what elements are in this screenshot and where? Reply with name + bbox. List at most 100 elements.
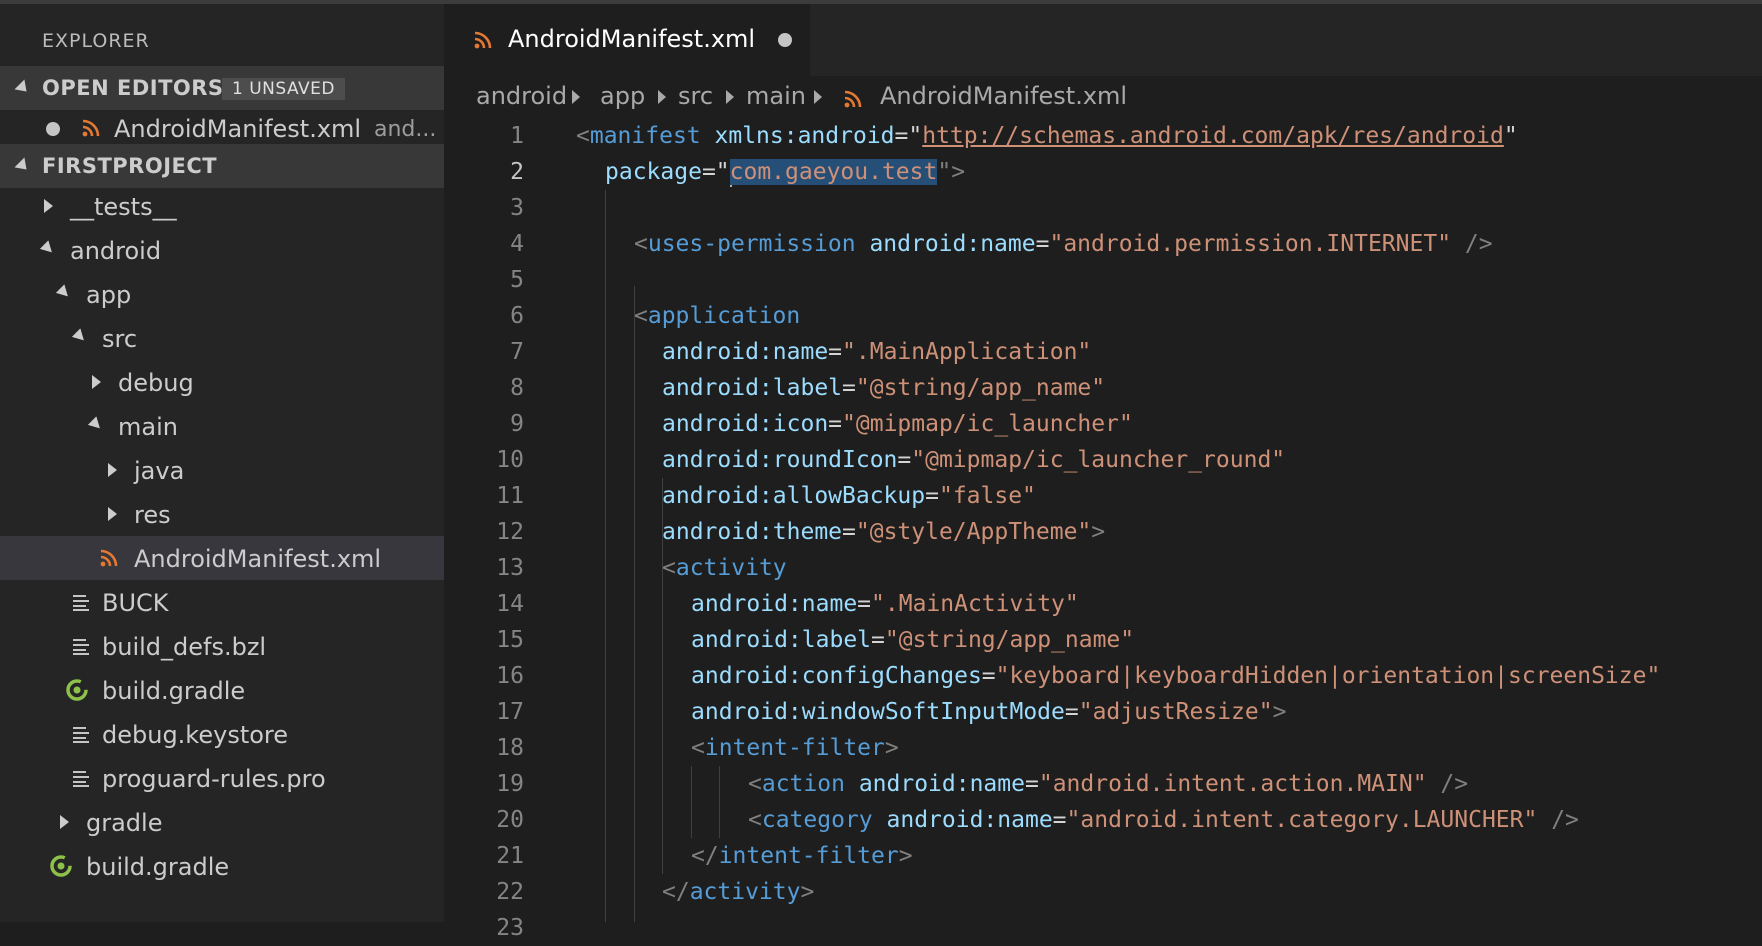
token-equals: = <box>1064 699 1079 725</box>
code-line-8[interactable]: android:label="@string/app_name" <box>662 370 1105 406</box>
code-line-17[interactable]: android:windowSoftInputMode="adjustResiz… <box>691 694 1286 730</box>
token-attribute: android:name <box>691 591 858 617</box>
tree-item-debug-keystore[interactable]: debug.keystore <box>0 712 444 756</box>
code-line-9[interactable]: android:icon="@mipmap/ic_launcher" <box>662 406 1133 442</box>
code-line-2[interactable]: package="com.gaeyou.test"> <box>605 154 965 190</box>
tree-item-label: java <box>134 457 185 485</box>
line-number: 3 <box>510 195 524 221</box>
token-string: "android.intent.category.LAUNCHER" <box>1066 807 1538 833</box>
line-number: 22 <box>496 879 524 905</box>
tree-item-build-gradle-app[interactable]: build.gradle <box>0 668 444 712</box>
code-line-22[interactable]: </activity> <box>662 874 814 910</box>
code-line-4[interactable]: <uses-permission android:name="android.p… <box>634 226 1493 262</box>
line-number: 7 <box>510 339 524 365</box>
project-label: FIRSTPROJECT <box>42 154 218 178</box>
token-tag: category <box>761 807 873 833</box>
code-line-1[interactable]: <manifest xmlns:android="http://schemas.… <box>576 118 1518 154</box>
token-bracket: < <box>634 231 648 257</box>
breadcrumb-item[interactable]: AndroidManifest.xml <box>880 82 1127 110</box>
code-line-15[interactable]: android:label="@string/app_name" <box>691 622 1134 658</box>
code-editor[interactable]: 1 2 3 4 5 6 7 8 9 10 11 12 13 14 15 16 1… <box>444 118 1762 941</box>
code-line-6[interactable]: <application <box>634 298 800 334</box>
tree-item-gradle[interactable]: gradle <box>0 800 444 844</box>
breadcrumb-item[interactable]: main <box>746 82 806 110</box>
chevron-down-icon <box>14 79 32 97</box>
tree-item-proguard[interactable]: proguard-rules.pro <box>0 756 444 800</box>
tree-item-label: BUCK <box>102 589 169 617</box>
code-line-18[interactable]: <intent-filter> <box>691 730 899 766</box>
project-section-header[interactable]: FIRSTPROJECT <box>0 144 444 188</box>
tree-item-androidmanifest[interactable]: AndroidManifest.xml <box>0 536 444 580</box>
tab-androidmanifest[interactable]: AndroidManifest.xml <box>444 4 810 76</box>
token-equals: = <box>842 375 856 401</box>
tree-item-buck[interactable]: BUCK <box>0 580 444 624</box>
token-attribute: android:name <box>662 339 829 365</box>
code-line-10[interactable]: android:roundIcon="@mipmap/ic_launcher_r… <box>662 442 1285 478</box>
line-number: 10 <box>496 447 524 473</box>
rss-icon <box>474 31 492 49</box>
line-number: 18 <box>496 735 524 761</box>
code-line-20[interactable]: <category android:name="android.intent.c… <box>748 802 1579 838</box>
code-line-11[interactable]: android:allowBackup="false" <box>662 478 1036 514</box>
token-equals: = <box>871 627 885 653</box>
token-tag: action <box>761 771 845 797</box>
token-string: ".MainApplication" <box>842 339 1092 365</box>
line-number: 17 <box>496 699 524 725</box>
code-line-19[interactable]: <action android:name="android.intent.act… <box>748 766 1468 802</box>
code-line-7[interactable]: android:name=".MainApplication" <box>662 334 1091 370</box>
tree-item-debug[interactable]: debug <box>0 360 444 404</box>
tree-item-src[interactable]: src <box>0 316 444 360</box>
token-tag: intent-filter <box>704 735 885 761</box>
line-number: 8 <box>510 375 524 401</box>
code-line-12[interactable]: android:theme="@style/AppTheme"> <box>662 514 1105 550</box>
breadcrumb-item[interactable]: src <box>678 82 713 110</box>
chevron-right-icon <box>572 90 580 104</box>
line-number: 14 <box>496 591 524 617</box>
unsaved-dot-icon[interactable] <box>46 122 60 136</box>
token-bracket: < <box>748 807 762 833</box>
token-equals: = <box>828 339 843 365</box>
token-attribute: android:label <box>691 627 872 653</box>
tree-item-main[interactable]: main <box>0 404 444 448</box>
breadcrumb-item[interactable]: app <box>600 82 645 110</box>
code-line-16[interactable]: android:configChanges="keyboard|keyboard… <box>691 658 1660 694</box>
chevron-down-icon <box>87 416 105 433</box>
token-bracket: /> <box>1537 807 1579 833</box>
token-attribute: android:windowSoftInputMode <box>691 699 1065 725</box>
token-attribute: android:configChanges <box>691 663 982 689</box>
token-attribute: android:name <box>869 231 1036 257</box>
open-editor-description: and... <box>374 117 437 142</box>
tree-item-res[interactable]: res <box>0 492 444 536</box>
tree-item-label: res <box>134 501 171 529</box>
tree-item-tests[interactable]: __tests__ <box>0 184 444 228</box>
tree-item-build-gradle-root[interactable]: build.gradle <box>0 844 444 888</box>
token-bracket: /> <box>1426 771 1469 797</box>
indent-guide <box>691 766 692 838</box>
token-bracket: < <box>662 555 676 581</box>
unsaved-dot-icon[interactable] <box>778 33 792 47</box>
tree-item-label: __tests__ <box>70 193 177 221</box>
tree-item-build-defs[interactable]: build_defs.bzl <box>0 624 444 668</box>
explorer-sidebar: EXPLORER OPEN EDITORS 1 UNSAVED AndroidM… <box>0 4 444 922</box>
open-editors-section-header[interactable]: OPEN EDITORS 1 UNSAVED <box>0 66 444 110</box>
tree-item-java[interactable]: java <box>0 448 444 492</box>
chevron-down-icon <box>71 328 89 345</box>
code-line-14[interactable]: android:name=".MainActivity" <box>691 586 1079 622</box>
tree-item-label: build_defs.bzl <box>102 633 267 661</box>
indent-guide <box>634 286 635 922</box>
line-number: 21 <box>496 843 524 869</box>
token-url-link[interactable]: http://schemas.android.com/apk/res/andro… <box>922 123 1504 149</box>
line-number: 15 <box>496 627 524 653</box>
code-line-21[interactable]: </intent-filter> <box>691 838 913 874</box>
token-bracket: "> <box>937 159 966 185</box>
token-string-selected: com.gaeyou.test <box>729 159 938 185</box>
tree-item-app[interactable]: app <box>0 272 444 316</box>
tree-item-label: AndroidManifest.xml <box>134 545 382 573</box>
token-bracket: </ <box>662 879 690 905</box>
token-string: "@style/AppTheme" <box>855 519 1092 545</box>
unsaved-badge: 1 UNSAVED <box>222 78 345 100</box>
code-line-13[interactable]: <activity <box>662 550 787 586</box>
token-string: "android.permission.INTERNET" <box>1049 231 1452 257</box>
breadcrumb-item[interactable]: android <box>476 82 567 110</box>
tree-item-android[interactable]: android <box>0 228 444 272</box>
